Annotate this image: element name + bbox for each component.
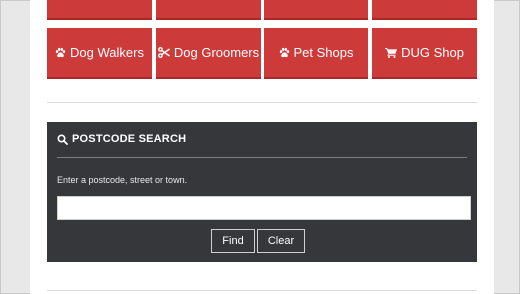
page-content: Dog Walkers Dog Groomers Pet Shops DUG S… xyxy=(30,0,494,294)
category-tile-top-1[interactable] xyxy=(47,0,152,20)
postcode-search-title: POSTCODE SEARCH xyxy=(57,133,186,145)
tile-label: Dog Walkers xyxy=(70,45,144,60)
section-divider-bottom xyxy=(47,290,477,291)
panel-divider xyxy=(57,157,467,158)
category-tile-top-2[interactable] xyxy=(156,0,261,20)
find-button[interactable]: Find xyxy=(211,229,255,253)
paw-icon xyxy=(279,47,290,58)
category-tile-top-4[interactable] xyxy=(372,0,477,20)
panel-title-text: POSTCODE SEARCH xyxy=(72,133,187,145)
scissors-icon xyxy=(157,47,170,58)
clear-button[interactable]: Clear xyxy=(257,229,305,253)
tile-dog-groomers[interactable]: Dog Groomers xyxy=(156,28,261,79)
tile-dog-walkers[interactable]: Dog Walkers xyxy=(47,28,152,79)
section-divider xyxy=(47,102,477,103)
tile-pet-shops[interactable]: Pet Shops xyxy=(264,28,368,79)
tile-label: DUG Shop xyxy=(401,45,464,60)
tile-dug-shop[interactable]: DUG Shop xyxy=(372,28,477,79)
paw-icon xyxy=(55,47,66,58)
search-hint: Enter a postcode, street or town. xyxy=(57,175,188,185)
shopping-cart-icon xyxy=(385,47,398,58)
search-icon xyxy=(57,133,68,145)
category-tile-top-3[interactable] xyxy=(264,0,368,20)
postcode-input[interactable] xyxy=(57,196,471,220)
tile-label: Dog Groomers xyxy=(173,45,260,60)
postcode-search-panel: POSTCODE SEARCH Enter a postcode, street… xyxy=(47,122,477,262)
tile-label: Pet Shops xyxy=(293,45,354,60)
